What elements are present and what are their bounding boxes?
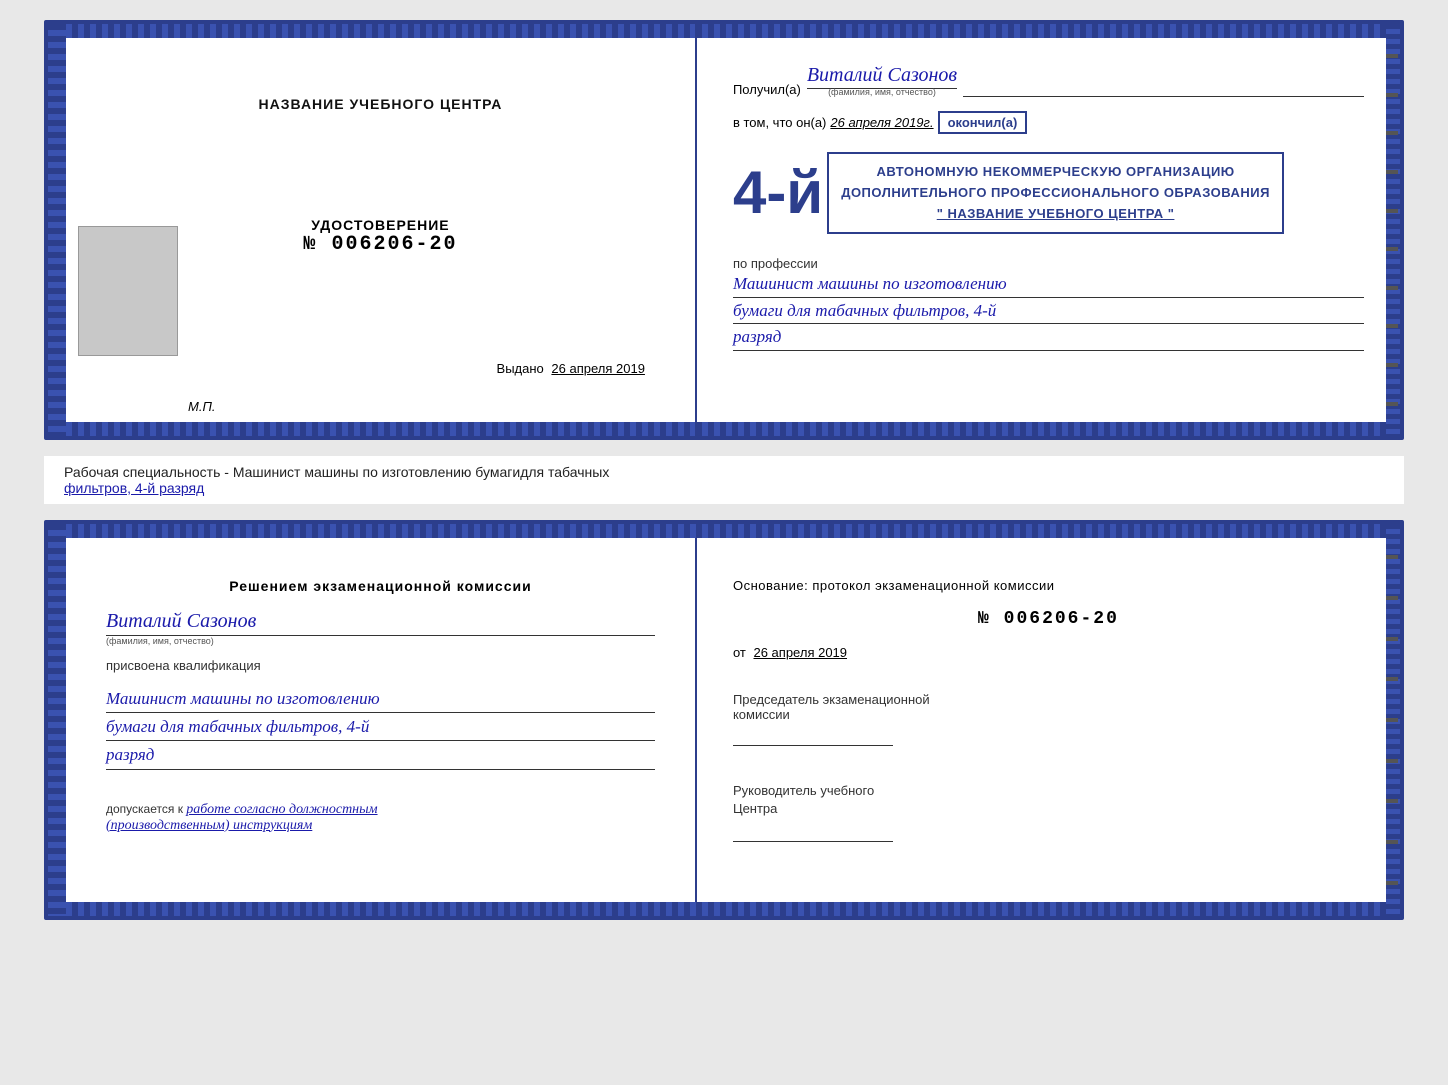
cert-number: 006206-20 bbox=[331, 233, 457, 256]
issued-date: 26 апреля 2019 bbox=[551, 361, 645, 376]
number-prefix: № bbox=[303, 233, 317, 256]
training-center-name-top: НАЗВАНИЕ УЧЕБНОГО ЦЕНТРА bbox=[259, 96, 503, 112]
recipient-name: Виталий Сазонов bbox=[807, 64, 957, 89]
head-signature-line bbox=[733, 822, 893, 842]
bottom-name-sub: (фамилия, имя, отчество) bbox=[106, 636, 655, 646]
okonchil-stamp: окончил(а) bbox=[938, 111, 1028, 134]
profession-label: по профессии bbox=[733, 256, 1364, 271]
chairman-signature-line bbox=[733, 726, 893, 746]
bottom-right-dashes bbox=[1386, 538, 1398, 902]
org-name: " НАЗВАНИЕ УЧЕБНОГО ЦЕНТРА " bbox=[841, 204, 1270, 225]
org-line1: АВТОНОМНУЮ НЕКОММЕРЧЕСКУЮ ОРГАНИЗАЦИЮ bbox=[841, 162, 1270, 183]
issued-label: Выдано bbox=[497, 361, 544, 376]
vtom-date: 26 апреля 2019г. bbox=[830, 115, 933, 130]
middle-text-prefix: Рабочая специальность - Машинист машины … bbox=[64, 464, 609, 480]
profession-line1: Машинист машины по изготовлению bbox=[733, 271, 1364, 298]
basis-label: Основание: протокол экзаменационной коми… bbox=[733, 578, 1364, 593]
photo-placeholder bbox=[78, 226, 178, 356]
qualification-line2: бумаги для табачных фильтров, 4-й bbox=[106, 713, 655, 741]
profession-line2: бумаги для табачных фильтров, 4-й bbox=[733, 298, 1364, 325]
mp-label: М.П. bbox=[188, 399, 215, 414]
protocol-number: № 006206-20 bbox=[733, 609, 1364, 629]
top-certificate: НАЗВАНИЕ УЧЕБНОГО ЦЕНТРА УДОСТОВЕРЕНИЕ №… bbox=[44, 20, 1404, 440]
decision-title: Решением экзаменационной комиссии bbox=[106, 578, 655, 594]
right-dashes-decoration bbox=[1386, 38, 1398, 422]
top-cert-left-panel: НАЗВАНИЕ УЧЕБНОГО ЦЕНТРА УДОСТОВЕРЕНИЕ №… bbox=[48, 24, 697, 436]
assigned-label: присвоена квалификация bbox=[106, 658, 655, 673]
head-label: Руководитель учебного Центра bbox=[733, 782, 1364, 818]
middle-text-underline: фильтров, 4-й разряд bbox=[64, 480, 204, 496]
bottom-cert-left-panel: Решением экзаменационной комиссии Витали… bbox=[48, 524, 697, 916]
middle-label-strip: Рабочая специальность - Машинист машины … bbox=[44, 456, 1404, 504]
course-number: 4-й bbox=[733, 163, 823, 223]
protocol-date: от 26 апреля 2019 bbox=[733, 645, 1364, 660]
допускается-value1: работе согласно должностным bbox=[186, 802, 377, 817]
recipient-name-sub: (фамилия, имя, отчество) bbox=[807, 87, 957, 97]
bottom-certificate: Решением экзаменационной комиссии Витали… bbox=[44, 520, 1404, 920]
bottom-cert-bottom-strip bbox=[48, 902, 1400, 916]
bottom-cert-right-panel: Основание: протокол экзаменационной коми… bbox=[697, 524, 1400, 916]
bottom-left-strip bbox=[48, 524, 66, 916]
top-cert-right-panel: Получил(а) Виталий Сазонов (фамилия, имя… bbox=[697, 24, 1400, 436]
chairman-label: Председатель экзаменационной комиссии bbox=[733, 692, 1364, 722]
poluchil-label: Получил(а) bbox=[733, 82, 801, 97]
допускается-value2: (производственным) инструкциям bbox=[106, 818, 312, 833]
left-decorative-strip bbox=[48, 24, 66, 436]
qualification-line1: Машинист машины по изготовлению bbox=[106, 685, 655, 713]
org-line2: ДОПОЛНИТЕЛЬНОГО ПРОФЕССИОНАЛЬНОГО ОБРАЗО… bbox=[841, 183, 1270, 204]
org-block: АВТОНОМНУЮ НЕКОММЕРЧЕСКУЮ ОРГАНИЗАЦИЮ ДО… bbox=[827, 152, 1284, 234]
profession-line3: разряд bbox=[733, 324, 1364, 351]
qualification-line3: разряд bbox=[106, 741, 655, 769]
допускается-label: допускается к bbox=[106, 802, 183, 816]
bottom-cert-top-strip bbox=[48, 524, 1400, 538]
udostoverenie-label: УДОСТОВЕРЕНИЕ bbox=[303, 217, 457, 233]
vtom-text: в том, что он(а) bbox=[733, 115, 826, 130]
bottom-recipient-name: Виталий Сазонов bbox=[106, 610, 655, 636]
